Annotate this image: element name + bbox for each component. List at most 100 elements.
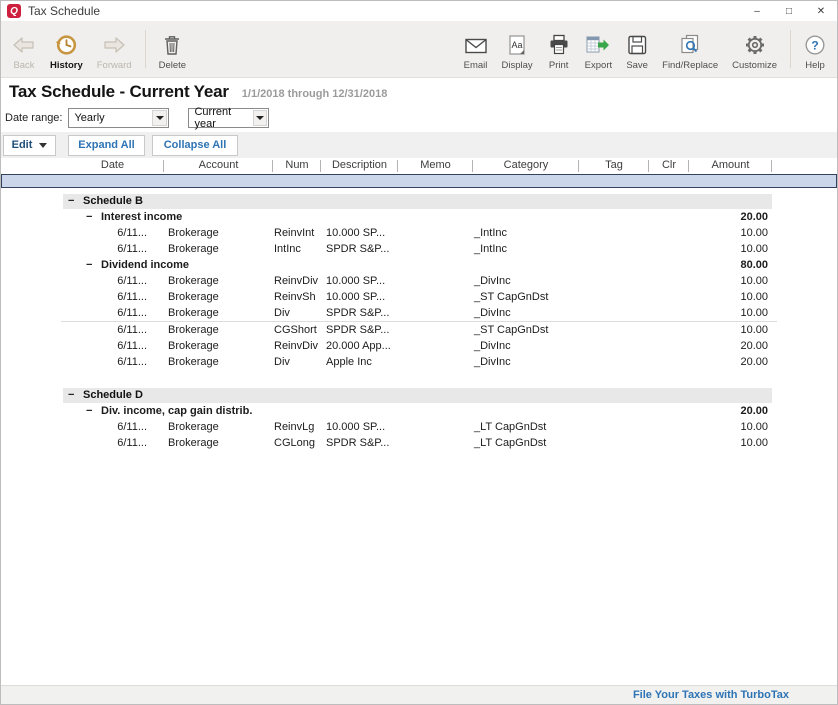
toolbar-button-email[interactable]: Email	[457, 21, 495, 77]
transaction-row[interactable]: 6/11...BrokerageDivApple Inc_DivInc20.00	[1, 354, 837, 370]
cell-desc: 10.000 SP...	[321, 289, 398, 305]
cell-tag	[579, 338, 649, 354]
column-header-category: Category	[473, 158, 579, 174]
cell-amt: 10.00	[689, 273, 772, 289]
cell-num: ReinvDiv	[273, 338, 321, 354]
cell-amt: 20.00	[689, 338, 772, 354]
subsection-header-dividend-income: −Dividend income80.00	[1, 257, 837, 273]
toolbar-button-find-replace[interactable]: Find/Replace	[655, 21, 725, 77]
cell-clr	[649, 354, 689, 370]
cell-memo	[398, 225, 473, 241]
toolbar-button-save[interactable]: Save	[619, 21, 655, 77]
toolbar-left-group: BackHistoryForward Delete	[5, 21, 193, 77]
cell-clr	[649, 273, 689, 289]
maximize-button[interactable]: □	[773, 1, 805, 21]
toolbar-button-print[interactable]: Print	[540, 21, 578, 77]
toolbar-button-back[interactable]: Back	[5, 21, 43, 77]
collapse-toggle-icon[interactable]: −	[68, 388, 77, 403]
period-dropdown[interactable]: Current year	[188, 108, 269, 128]
cell-date: 6/11...	[1, 305, 164, 321]
turbotax-link[interactable]: File Your Taxes with TurboTax	[633, 689, 789, 701]
transaction-row[interactable]: 6/11...BrokerageReinvLg10.000 SP..._LT C…	[1, 419, 837, 435]
column-header-account: Account	[164, 158, 273, 174]
toolbar-button-history[interactable]: History	[43, 21, 90, 77]
cell-clr	[649, 241, 689, 257]
collapse-toggle-icon[interactable]: −	[68, 194, 77, 209]
cell-num: Div	[273, 305, 321, 321]
filters-row: Date range: Yearly Current year	[1, 104, 837, 132]
subsection-total: 80.00	[689, 257, 772, 273]
edit-button[interactable]: Edit	[3, 135, 56, 156]
toolbar-button-delete[interactable]: Delete	[152, 21, 193, 77]
column-header-description: Description	[321, 158, 398, 174]
column-header-tag: Tag	[579, 158, 649, 174]
toolbar-button-display[interactable]: AaDisplay	[495, 21, 540, 77]
cell-account: Brokerage	[164, 322, 273, 338]
cell-tag	[579, 225, 649, 241]
toolbar-button-help[interactable]: ?Help	[797, 21, 833, 77]
selected-row[interactable]	[1, 174, 837, 188]
toolbar-button-export[interactable]: Export	[578, 21, 619, 77]
interval-dropdown[interactable]: Yearly	[68, 108, 169, 128]
collapse-toggle-icon[interactable]: −	[86, 209, 95, 225]
cell-amt: 10.00	[689, 322, 772, 338]
transaction-row[interactable]: 6/11...BrokerageReinvSh10.000 SP..._ST C…	[1, 289, 837, 305]
cell-memo	[398, 241, 473, 257]
cell-cat: _LT CapGnDst	[473, 419, 579, 435]
subsection-title: −Div. income, cap gain distrib.	[1, 403, 689, 419]
collapse-toggle-icon[interactable]: −	[86, 257, 95, 273]
cell-date: 6/11...	[1, 419, 164, 435]
cell-clr	[649, 435, 689, 451]
cell-tag	[579, 273, 649, 289]
expand-all-button[interactable]: Expand All	[68, 135, 145, 156]
collapse-toggle-icon[interactable]: −	[86, 403, 95, 419]
transaction-row[interactable]: 6/11...BrokerageCGShortSPDR S&P..._ST Ca…	[1, 322, 837, 338]
cell-memo	[398, 305, 473, 321]
toolbar-right-group: Email AaDisplayPrintExport Save Find/Replac…	[457, 21, 833, 77]
window-title: Tax Schedule	[28, 4, 100, 18]
transaction-row[interactable]: 6/11...BrokerageCGLongSPDR S&P..._LT Cap…	[1, 435, 837, 451]
cell-desc: SPDR S&P...	[321, 241, 398, 257]
toolbar-button-forward[interactable]: Forward	[90, 21, 139, 77]
column-header-memo: Memo	[398, 158, 473, 174]
transaction-row[interactable]: 6/11...BrokerageReinvDiv20.000 App..._Di…	[1, 338, 837, 354]
toolbar-button-label: Find/Replace	[662, 60, 718, 71]
minimize-button[interactable]: –	[741, 1, 773, 21]
toolbar-button-label: Save	[626, 60, 648, 71]
cell-cat: _ST CapGnDst	[473, 322, 579, 338]
cell-desc: SPDR S&P...	[321, 305, 398, 321]
transaction-row[interactable]: 6/11...BrokerageReinvDiv10.000 SP..._Div…	[1, 273, 837, 289]
cell-clr	[649, 305, 689, 321]
cell-amt: 10.00	[689, 241, 772, 257]
toolbar-button-customize[interactable]: Customize	[725, 21, 784, 77]
history-clock-icon	[53, 32, 79, 58]
edit-button-label: Edit	[12, 139, 33, 151]
cell-cat: _LT CapGnDst	[473, 435, 579, 451]
cell-tag	[579, 241, 649, 257]
cell-memo	[398, 322, 473, 338]
cell-date: 6/11...	[1, 322, 164, 338]
cell-account: Brokerage	[164, 273, 273, 289]
close-button[interactable]: ✕	[805, 1, 837, 21]
cell-desc: 10.000 SP...	[321, 273, 398, 289]
cell-account: Brokerage	[164, 338, 273, 354]
collapse-all-button[interactable]: Collapse All	[152, 135, 238, 156]
cell-cat: _DivInc	[473, 338, 579, 354]
toolbar-button-label: Email	[464, 60, 488, 71]
transaction-row[interactable]: 6/11...BrokerageIntIncSPDR S&P..._IntInc…	[1, 241, 837, 257]
cell-desc: Apple Inc	[321, 354, 398, 370]
cell-account: Brokerage	[164, 354, 273, 370]
cell-cat: _DivInc	[473, 305, 579, 321]
cell-date: 6/11...	[1, 338, 164, 354]
cell-desc: 10.000 SP...	[321, 225, 398, 241]
cell-tag	[579, 289, 649, 305]
cell-clr	[649, 419, 689, 435]
subsection-header-interest-income: −Interest income20.00	[1, 209, 837, 225]
report-date-range: 1/1/2018 through 12/31/2018	[242, 88, 388, 102]
transaction-row[interactable]: 6/11...BrokerageDivSPDR S&P..._DivInc10.…	[1, 305, 837, 321]
toolbar-button-label: Delete	[159, 60, 186, 71]
transaction-row[interactable]: 6/11...BrokerageReinvInt10.000 SP..._Int…	[1, 225, 837, 241]
cell-tag	[579, 435, 649, 451]
cell-cat: _IntInc	[473, 241, 579, 257]
cell-account: Brokerage	[164, 289, 273, 305]
